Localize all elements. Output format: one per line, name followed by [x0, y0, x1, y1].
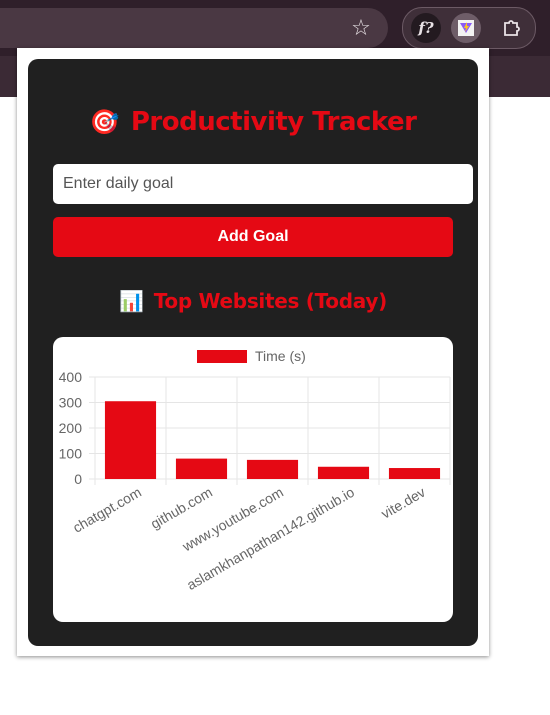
- target-icon: 🎯: [89, 108, 119, 136]
- websites-bar-chart: Time (s) 0 100 200 300 400 chatgpt.com github.c…: [59, 348, 451, 593]
- x-tick-label: github.com: [148, 484, 215, 532]
- bar-github-com: [175, 458, 228, 479]
- bar-www-youtube-com: [246, 459, 299, 479]
- tracker-panel: 🎯 Productivity Tracker Add Goal 📊 Top Webs…: [28, 59, 478, 646]
- x-tick-label: chatgpt.com: [70, 484, 144, 536]
- address-bar[interactable]: [0, 8, 388, 48]
- bar-vite-dev: [388, 468, 441, 479]
- legend-label: Time (s): [255, 348, 306, 364]
- extension-f-button[interactable]: f?: [411, 13, 441, 43]
- page-title: 🎯 Productivity Tracker: [28, 107, 478, 137]
- top-websites-heading: 📊 Top Websites (Today): [28, 289, 478, 313]
- bar-aslamkhanpathan142-github-io: [317, 466, 370, 479]
- y-tick-label: 400: [59, 369, 83, 385]
- chart-card: Time (s) 0 100 200 300 400 chatgpt.com github.c…: [53, 337, 453, 622]
- top-websites-heading-text: Top Websites (Today): [153, 289, 388, 313]
- x-tick-label: vite.dev: [378, 484, 428, 522]
- extensions-group: f?: [402, 7, 536, 49]
- legend-swatch: [197, 350, 247, 363]
- add-goal-button[interactable]: Add Goal: [53, 217, 453, 257]
- productivity-extension-button[interactable]: [451, 13, 481, 43]
- y-tick-label: 200: [59, 420, 83, 436]
- bar-chatgpt-com: [104, 401, 157, 479]
- puzzle-glyph: [504, 20, 520, 36]
- y-tick-label: 0: [74, 471, 82, 487]
- y-tick-label: 300: [59, 395, 83, 411]
- extension-popup: 🎯 Productivity Tracker Add Goal 📊 Top Webs…: [17, 48, 489, 656]
- star-icon[interactable]: ☆: [347, 14, 375, 42]
- y-tick-label: 100: [59, 446, 83, 462]
- daily-goal-input[interactable]: [53, 164, 473, 204]
- bar-chart-icon: 📊: [119, 289, 144, 313]
- puzzle-icon[interactable]: [497, 13, 527, 43]
- page-title-text: Productivity Tracker: [130, 107, 417, 137]
- vite-logo-icon: [458, 20, 474, 36]
